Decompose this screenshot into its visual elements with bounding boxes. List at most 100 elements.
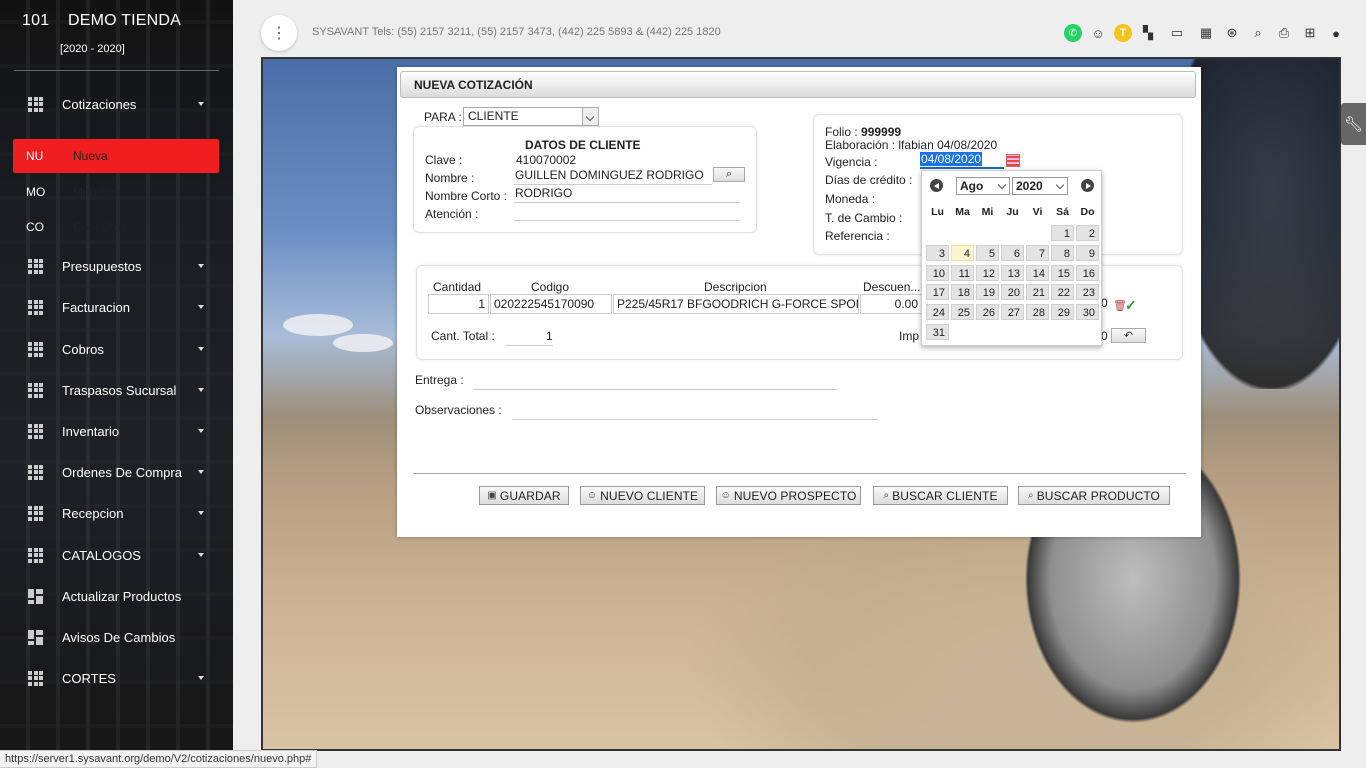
search-doc-icon[interactable]: ⌕ [1248, 23, 1268, 43]
sidebar-item-traspasos-sucursal[interactable]: Traspasos Sucursal [0, 375, 233, 405]
submenu-label: Nueva [73, 149, 108, 163]
settings-icon[interactable]: ⊛ [1222, 23, 1242, 43]
nuevo-cliente-button[interactable]: ☺ NUEVO CLIENTE [580, 486, 705, 505]
vigencia-field[interactable]: 04/08/2020 [920, 152, 1004, 169]
calendar-day[interactable]: 16 [1076, 264, 1099, 281]
calendar-day[interactable]: 23 [1076, 284, 1099, 301]
elaboracion-label: Elaboración : lfabian 04/08/2020 [825, 138, 998, 152]
weekday-header: Ma [955, 206, 970, 218]
nombre-field[interactable]: GUILLEN DOMINGUEZ RODRIGO [515, 168, 704, 182]
sidebar-item-facturacion[interactable]: Facturacion [0, 292, 233, 322]
calendar-day[interactable]: 5 [976, 244, 999, 261]
calendar-day[interactable]: 22 [1051, 284, 1074, 301]
calendar-day[interactable]: 20 [1001, 284, 1024, 301]
cant-total-value: 1 [546, 329, 553, 343]
sidebar-item-inventario[interactable]: Inventario [0, 416, 233, 446]
calendar-day[interactable]: 31 [926, 324, 949, 340]
observaciones-field[interactable] [512, 419, 878, 420]
calendar-day[interactable]: 12 [976, 264, 999, 281]
next-month-icon[interactable] [1081, 179, 1094, 192]
calendar-day[interactable]: 7 [1026, 244, 1049, 261]
chevron-down-icon [1055, 180, 1065, 190]
qr-icon[interactable]: ▦ [1196, 23, 1216, 43]
buscar-producto-button[interactable]: ⌕ BUSCAR PRODUCTO [1018, 486, 1170, 505]
guardar-button[interactable]: ▣ GUARDAR [479, 486, 569, 505]
calendar-day[interactable]: 26 [976, 304, 999, 321]
cantidad-input[interactable]: 1 [428, 294, 489, 314]
wrench-icon[interactable]: 🔧︎ [1341, 103, 1366, 145]
calendar-day[interactable]: 28 [1026, 304, 1049, 321]
month-select[interactable]: Ago [956, 177, 1010, 195]
grid-icon [28, 464, 43, 480]
calendar-day[interactable]: 18 [951, 284, 974, 301]
buscar-cliente-button[interactable]: ⌕ BUSCAR CLIENTE [873, 486, 1008, 505]
whatsapp-icon[interactable]: ✆ [1064, 24, 1082, 42]
submenu-label: Consultas [73, 220, 127, 234]
calendar-day[interactable]: 1 [1051, 225, 1074, 241]
calendar-day[interactable]: 8 [1051, 244, 1074, 261]
calendar-day[interactable]: 19 [976, 284, 999, 301]
calendar-day[interactable]: 11 [951, 264, 974, 281]
col-codigo: Codigo [531, 280, 570, 294]
sidebar-item-cortes[interactable]: CORTES [0, 663, 233, 693]
period-label: [2020 - 2020] [60, 43, 125, 55]
nuevo-prospecto-button[interactable]: ☺ NUEVO PROSPECTO [716, 486, 861, 505]
calendar-day[interactable]: 25 [951, 304, 974, 321]
calendar-day[interactable]: 27 [1001, 304, 1024, 321]
year-select[interactable]: 2020 [1012, 177, 1068, 195]
sidebar-item-catalogos[interactable]: CATALOGOS [0, 540, 233, 570]
support-icon[interactable]: ☺ [1088, 23, 1108, 43]
calendar-day[interactable]: 24 [926, 304, 949, 321]
calendar-day[interactable]: 14 [1026, 264, 1049, 281]
check-icon[interactable]: ✓ [1125, 297, 1137, 314]
entrega-field[interactable] [473, 389, 837, 390]
sidebar-item-cobros[interactable]: Cobros [0, 334, 233, 364]
sidebar-item-cotizaciones[interactable]: Cotizaciones [0, 89, 233, 119]
calendar-day[interactable]: 10 [926, 264, 949, 281]
sidebar-item-recepcion[interactable]: Recepcion [0, 498, 233, 528]
grid-icon [28, 258, 43, 274]
sidebar-item-presupuestos[interactable]: Presupuestos [0, 251, 233, 281]
calendar-day[interactable]: 13 [1001, 264, 1024, 281]
search-icon: ⌕ [883, 490, 890, 501]
card-icon[interactable]: ▭ [1164, 23, 1190, 43]
nombre-corto-field[interactable]: RODRIGO [515, 186, 572, 200]
sidebar-item-avisos-de-cambios[interactable]: Avisos De Cambios [0, 622, 233, 652]
kebab-menu-button[interactable]: ⋮ [261, 15, 297, 51]
calendar-day[interactable]: 29 [1051, 304, 1074, 321]
calendar-day[interactable]: 3 [926, 244, 949, 261]
search-client-icon-button[interactable]: ⌕ [713, 167, 745, 182]
calendar-day[interactable]: 6 [1001, 244, 1024, 261]
sidebar-item-ordenes-de-compra[interactable]: Ordenes De Compra [0, 457, 233, 487]
prev-month-icon[interactable] [930, 179, 943, 192]
submenu-item-nueva[interactable]: NU Nueva [13, 139, 219, 173]
calendar-day[interactable]: 9 [1076, 244, 1099, 261]
descuento-input[interactable]: 0.00 [860, 294, 922, 314]
chevron-down-icon [997, 180, 1007, 190]
calendar-day[interactable]: 17 [926, 284, 949, 301]
new-window-icon[interactable]: ⊞ [1300, 23, 1320, 43]
calendar-day[interactable]: 30 [1076, 304, 1099, 321]
calendar-day[interactable]: 4 [951, 244, 974, 261]
submenu-item-modificar[interactable]: MO Modificar [13, 175, 219, 209]
descripcion-input[interactable]: P225/45R17 BFGOODRICH G-FORCE SPOR [613, 294, 859, 314]
cant-total-underline [505, 345, 553, 346]
apps-icon[interactable]: ▚ [1138, 23, 1158, 43]
calendar-day[interactable]: 21 [1026, 284, 1049, 301]
person-icon[interactable]: ● [1326, 23, 1346, 43]
user-avatar-icon[interactable]: T [1114, 24, 1132, 42]
calendar-icon[interactable] [1006, 154, 1020, 167]
para-select[interactable]: CLIENTE [463, 107, 599, 126]
calendar-day[interactable]: 15 [1051, 264, 1074, 281]
print-icon[interactable]: ⎙ [1274, 23, 1294, 43]
caret-down-icon [198, 264, 204, 268]
calendar-day[interactable]: 2 [1076, 225, 1099, 241]
sidebar-item-actualizar-productos[interactable]: Actualizar Productos [0, 581, 233, 611]
undo-icon-button[interactable]: ↶ [1111, 328, 1146, 343]
codigo-input[interactable]: 020222545170090 [490, 294, 612, 314]
dias-credito-label: Días de crédito : [825, 173, 913, 187]
user-icon: ☺ [720, 490, 731, 501]
save-icon: ▣ [487, 490, 497, 501]
weekday-header: Do [1080, 206, 1095, 218]
submenu-item-consultas[interactable]: CO Consultas [13, 210, 219, 244]
